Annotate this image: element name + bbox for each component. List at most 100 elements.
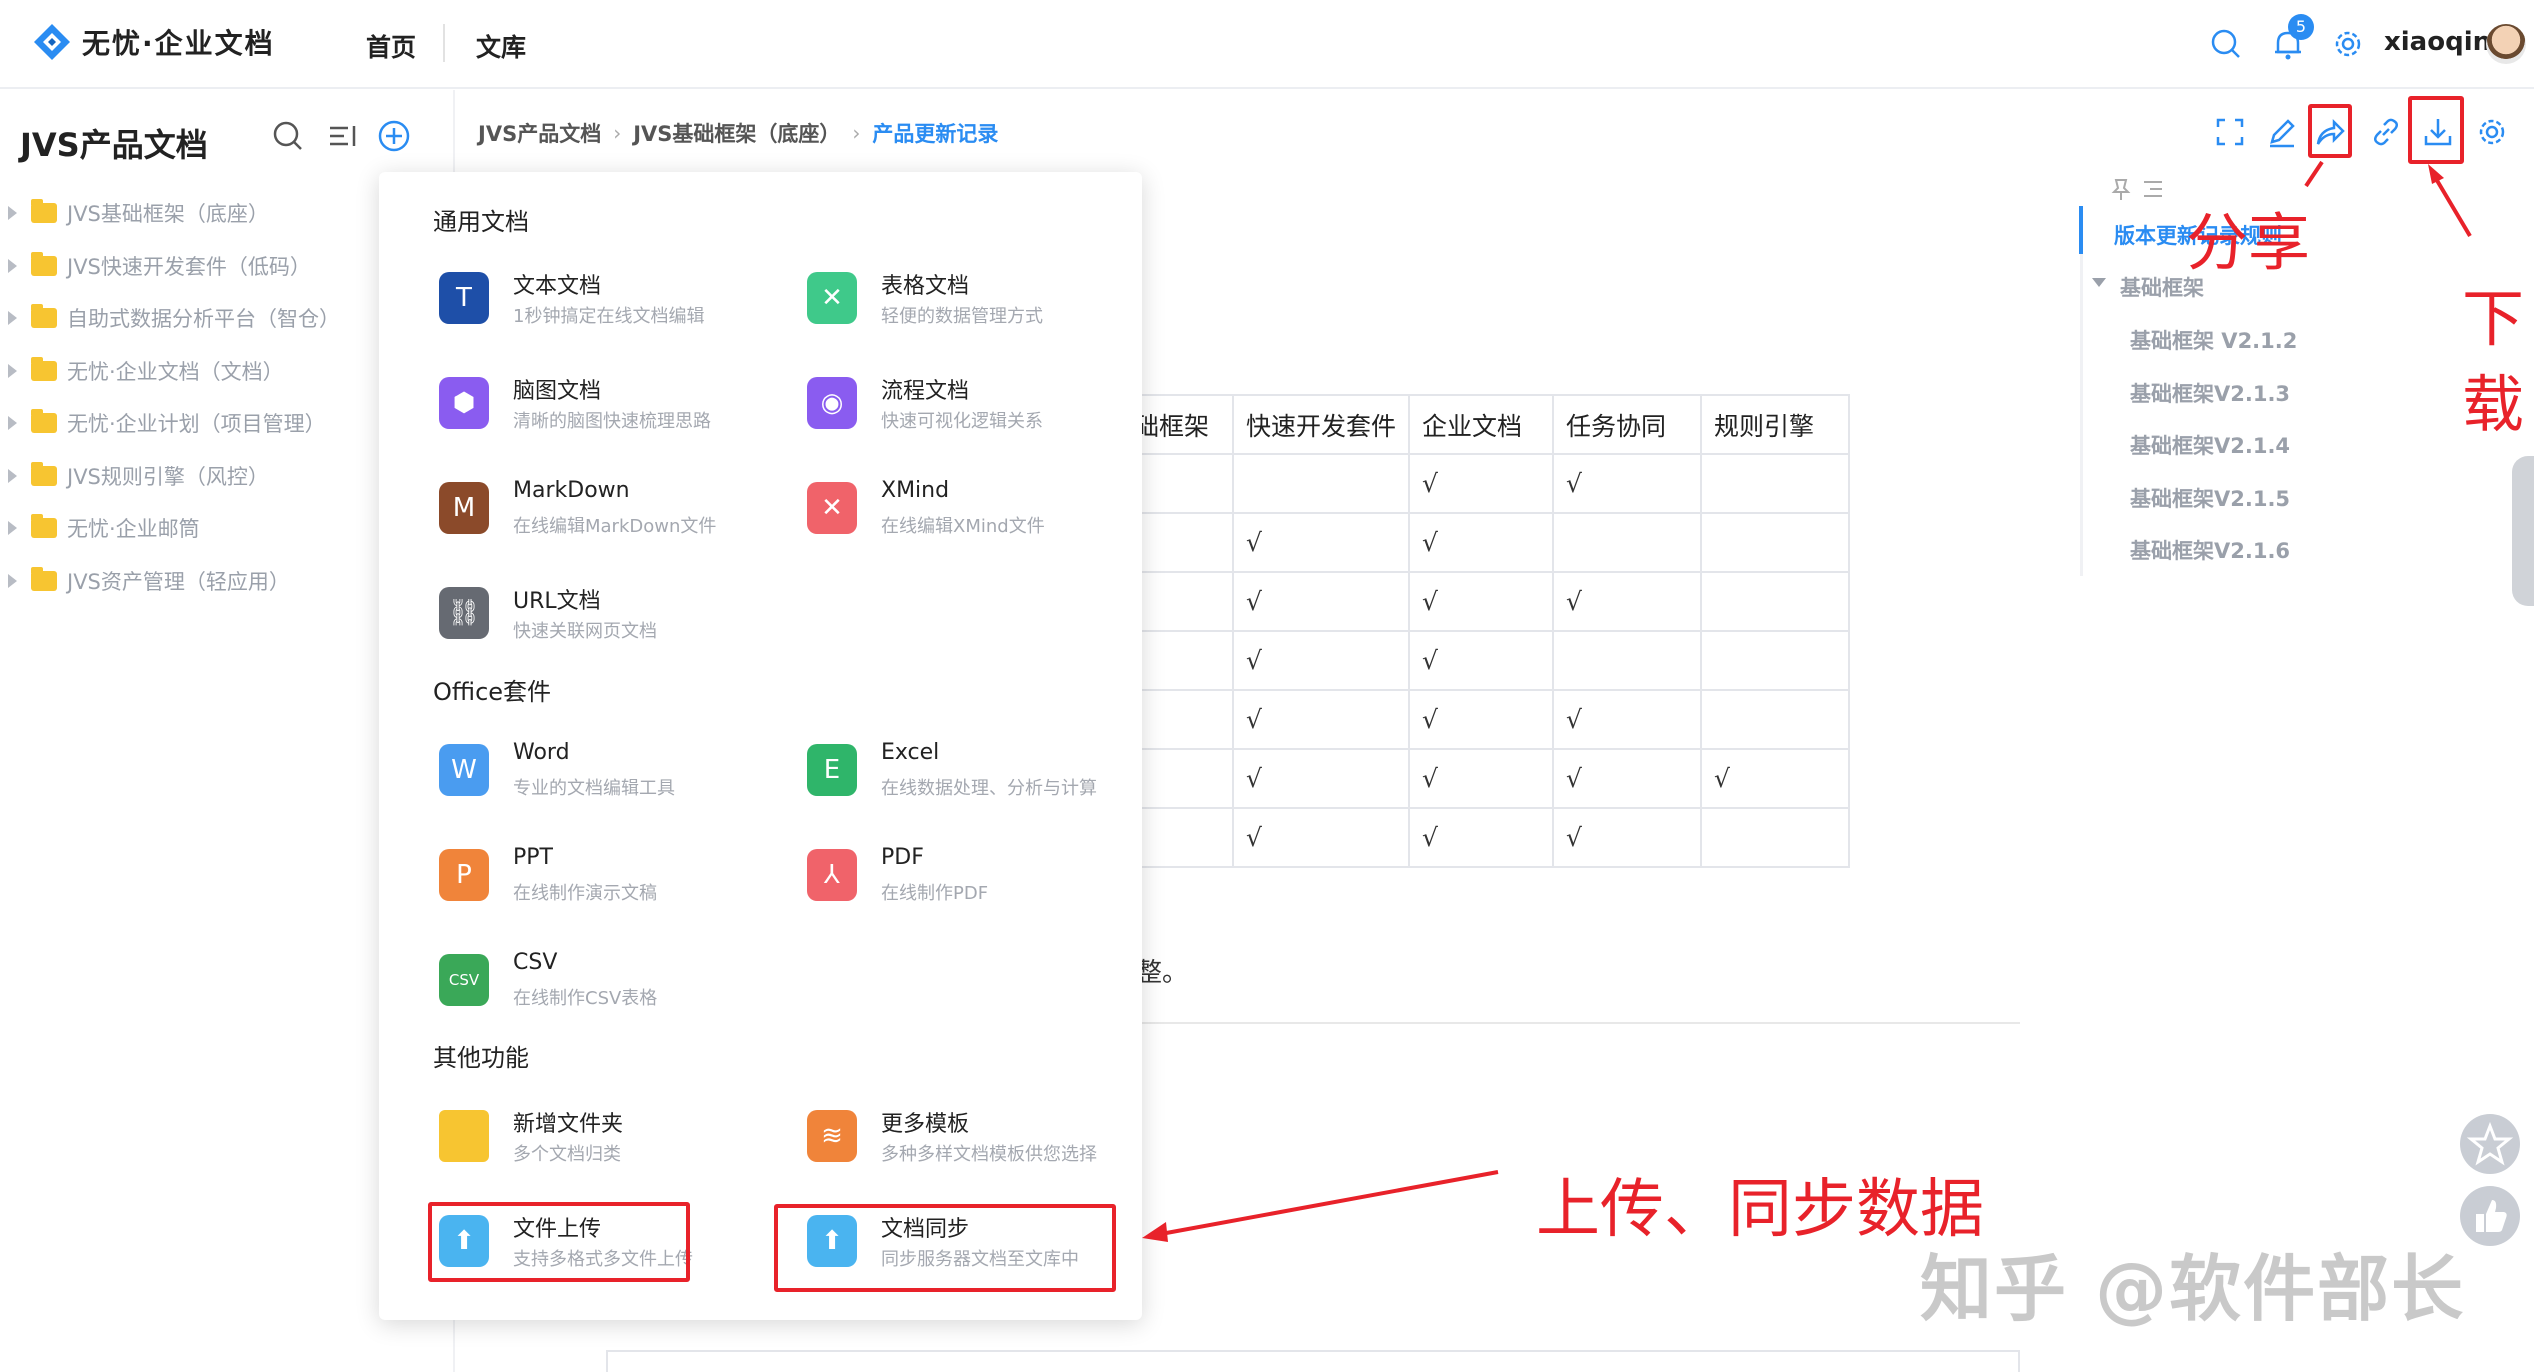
table-header-row: 础框架 快速开发套件 企业文档 任务协同 规则引擎 [1120,394,1850,455]
table-cell: √ [1232,807,1410,868]
table-row: √ √ [1120,512,1850,573]
gear-icon[interactable] [2330,26,2366,62]
sidebar-search-icon[interactable] [270,118,306,154]
like-button[interactable] [2460,1186,2520,1246]
menu-item-new-folder[interactable]: 新增文件夹 多个文档归类 [439,1106,799,1186]
link-icon[interactable] [2368,114,2404,150]
url-doc-icon: ⛓ [439,587,489,639]
sheet-doc-icon: ✕ [807,272,857,324]
outline-item[interactable]: 基础框架V2.1.6 [2130,535,2290,565]
outline-item[interactable]: 基础框架 V2.1.2 [2130,325,2297,355]
nav-library[interactable]: 文库 [476,28,526,64]
nav-home[interactable]: 首页 [366,28,416,64]
outline-item[interactable]: 基础框架V2.1.5 [2130,483,2290,513]
fullscreen-icon[interactable] [2212,114,2248,150]
tree-item[interactable]: JVS快速开发套件（低码） [0,246,311,286]
sidebar-title: JVS产品文档 [20,126,208,164]
top-navbar: 无忧·企业文档 首页 文库 5 xiaoqin [0,0,2534,89]
settings-icon[interactable] [2474,114,2510,150]
edit-icon[interactable] [2264,114,2300,150]
menu-item-sheet-doc[interactable]: ✕ 表格文档 轻便的数据管理方式 [807,268,1167,348]
caret-right-icon [8,259,17,273]
table-row: √ √ √ √ [1120,748,1850,809]
table-cell: √ [1232,630,1410,691]
menu-item-csv[interactable]: CSV CSV 在线制作CSV表格 [439,950,799,1030]
table-header: 规则引擎 [1700,394,1850,455]
annotation-share: 分享 [2186,206,2311,279]
search-icon[interactable] [2208,26,2244,62]
menu-item-more-templates[interactable]: ≋ 更多模板 多种多样文档模板供您选择 [807,1106,1167,1186]
side-drawer-tab[interactable] [2512,456,2534,606]
folder-icon [31,409,57,433]
breadcrumb-item[interactable]: JVS产品文档 [478,118,601,148]
annotation-download-2: 载 [2462,368,2525,441]
table-row: √ √ √ [1120,689,1850,750]
tree-item[interactable]: 无忧·企业邮筒 [0,508,200,548]
tree-item-label: JVS资产管理（轻应用） [67,570,290,594]
tree-item-label: JVS规则引擎（风控） [67,465,269,489]
chevron-right-icon: › [852,121,861,145]
outline-item[interactable]: 基础框架V2.1.3 [2130,378,2290,408]
tree-item[interactable]: JVS基础框架（底座） [0,193,269,233]
username[interactable]: xiaoqin [2384,27,2491,57]
menu-item-mindmap-doc[interactable]: ⬢ 脑图文档 清晰的脑图快速梳理思路 [439,373,799,453]
csv-icon: CSV [439,954,489,1006]
menu-item-ppt[interactable]: P PPT 在线制作演示文稿 [439,845,799,925]
sidebar-sort-icon[interactable] [324,118,360,154]
menu-item-title: URL文档 [513,589,601,614]
caret-down-icon[interactable] [2092,278,2106,287]
version-table: 础框架 快速开发套件 企业文档 任务协同 规则引擎 √ √ √ √ √ √ √ √ √ √… [1120,394,1850,868]
markdown-doc-icon: M [439,482,489,534]
tree-item[interactable]: 无忧·企业文档（文档） [0,351,284,391]
tree-item[interactable]: 无忧·企业计划（项目管理） [0,403,326,443]
menu-item-desc: 清晰的脑图快速梳理思路 [513,411,711,432]
folder-icon [31,357,57,381]
annotation-download-1: 下 [2462,282,2525,355]
tree-item[interactable]: JVS规则引擎（风控） [0,456,269,496]
highlight-download [2408,96,2464,164]
create-document-menu: 通用文档 T 文本文档 1秒钟搞定在线文档编辑 ✕ 表格文档 轻便的数据管理方式… [379,172,1142,1320]
avatar[interactable] [2486,24,2526,64]
menu-item-title: PPT [513,845,553,870]
menu-section-title: 通用文档 [433,208,529,236]
menu-item-text-doc[interactable]: T 文本文档 1秒钟搞定在线文档编辑 [439,268,799,348]
tree-item[interactable]: 自助式数据分析平台（智仓） [0,298,340,338]
tree-item-label: JVS基础框架（底座） [67,202,269,226]
text-doc-icon: T [439,272,489,324]
tree-item[interactable]: JVS资产管理（轻应用） [0,561,290,601]
thumbs-up-icon [2476,1200,2507,1232]
table-cell: √ [1232,571,1410,632]
favorite-button[interactable] [2460,1114,2520,1174]
table-cell: √ [1232,748,1410,809]
table-row: √ √ √ [1120,807,1850,868]
menu-item-title: MarkDown [513,478,630,503]
outline-list-icon[interactable] [2140,176,2166,202]
menu-item-pdf[interactable]: ⅄ PDF 在线制作PDF [807,845,1167,925]
menu-item-markdown[interactable]: M MarkDown 在线编辑MarkDown文件 [439,478,799,558]
outline-item[interactable]: 基础框架V2.1.4 [2130,430,2290,460]
menu-item-title: Excel [881,740,940,765]
menu-item-url-doc[interactable]: ⛓ URL文档 快速关联网页文档 [439,583,799,663]
caret-right-icon [8,206,17,220]
menu-item-title: 新增文件夹 [513,1112,624,1137]
divider [1120,1022,2020,1024]
menu-item-word[interactable]: W Word 专业的文档编辑工具 [439,740,799,820]
menu-item-title: 流程文档 [881,379,970,404]
second-table-edge [606,1350,2020,1372]
breadcrumb-item[interactable]: JVS基础框架（底座） [633,118,840,148]
menu-item-excel[interactable]: E Excel 在线数据处理、分析与计算 [807,740,1167,820]
table-cell: √ [1408,512,1554,573]
menu-item-title: PDF [881,845,924,870]
pin-icon[interactable] [2108,176,2134,202]
table-cell [1552,630,1702,691]
menu-item-flow-doc[interactable]: ◉ 流程文档 快速可视化逻辑关系 [807,373,1167,453]
menu-item-xmind[interactable]: ✕ XMind 在线编辑XMind文件 [807,478,1167,558]
app-logo[interactable]: 无忧·企业文档 [32,22,275,62]
menu-item-desc: 1秒钟搞定在线文档编辑 [513,306,705,327]
add-circle-icon[interactable] [376,118,412,154]
menu-item-desc: 在线制作CSV表格 [513,988,658,1009]
table-cell: √ [1232,689,1410,750]
table-cell [1700,571,1850,632]
table-cell: √ [1232,512,1410,573]
table-cell [1700,630,1850,691]
